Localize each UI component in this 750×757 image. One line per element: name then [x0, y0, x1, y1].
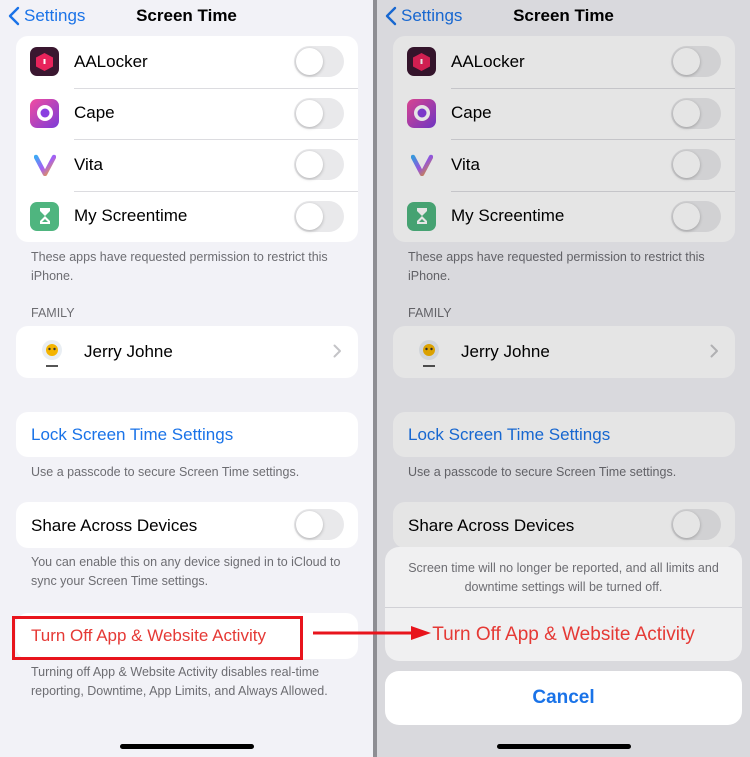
left-screen: Settings Screen Time AALocker Cape Vita — [0, 0, 373, 757]
chevron-left-icon — [8, 6, 20, 26]
restricting-apps-list: AALocker Cape Vita My Screentime — [16, 36, 358, 242]
apps-footnote: These apps have requested permission to … — [31, 250, 328, 283]
chevron-right-icon — [333, 344, 341, 358]
app-name: AALocker — [74, 51, 148, 71]
app-name: Cape — [74, 103, 115, 123]
share-across-devices-label: Share Across Devices — [31, 516, 198, 535]
share-across-devices-toggle[interactable] — [294, 509, 344, 540]
action-sheet-message: Screen time will no longer be reported, … — [408, 561, 719, 594]
family-member-row[interactable]: Jerry Johne — [16, 326, 358, 378]
app-toggle-vita[interactable] — [294, 149, 344, 181]
cape-icon — [30, 98, 59, 128]
family-member-name: Jerry Johne — [84, 342, 173, 361]
home-indicator — [496, 744, 631, 749]
back-label: Settings — [24, 6, 86, 25]
toggle-knob — [296, 99, 323, 127]
app-row-my-screentime: My Screentime — [16, 190, 358, 243]
app-row-aalocker: AALocker — [16, 36, 358, 88]
home-indicator — [119, 744, 254, 749]
toggle-knob — [296, 202, 323, 230]
app-toggle-cape[interactable] — [294, 97, 344, 129]
app-toggle-my-screentime[interactable] — [294, 200, 344, 232]
share-across-devices-card: Share Across Devices — [16, 502, 358, 548]
lock-footnote: Use a passcode to secure Screen Time set… — [31, 465, 300, 479]
action-sheet: Screen time will no longer be reported, … — [385, 547, 742, 661]
avatar — [42, 340, 62, 367]
share-footnote: You can enable this on any device signed… — [31, 555, 341, 588]
toggle-knob — [296, 151, 323, 179]
toggle-knob — [296, 48, 323, 76]
lock-screen-time-settings-button[interactable]: Lock Screen Time Settings — [31, 425, 233, 445]
cancel-button[interactable]: Cancel — [385, 671, 742, 725]
app-row-cape: Cape — [16, 87, 358, 140]
back-button[interactable]: Settings — [8, 6, 85, 26]
toggle-knob — [296, 511, 323, 538]
right-screen: Settings Screen Time AALocker Cape Vita — [377, 0, 750, 757]
app-row-vita: Vita — [16, 139, 358, 191]
family-section-header: FAMILY — [31, 306, 75, 320]
navigation-bar: Settings Screen Time — [0, 0, 373, 34]
app-toggle-aalocker[interactable] — [294, 46, 344, 78]
vita-icon — [30, 150, 59, 180]
hourglass-icon — [30, 201, 59, 231]
app-name: My Screentime — [74, 206, 188, 226]
confirm-turn-off-button[interactable]: Turn Off App & Website Activity — [385, 607, 742, 661]
aalocker-icon — [30, 47, 59, 77]
lock-settings-card[interactable]: Lock Screen Time Settings — [16, 412, 358, 457]
app-name: Vita — [74, 154, 103, 174]
turn-off-footnote: Turning off App & Website Activity disab… — [31, 665, 328, 698]
arrow-annotation — [313, 626, 431, 640]
highlight-annotation — [12, 616, 303, 660]
